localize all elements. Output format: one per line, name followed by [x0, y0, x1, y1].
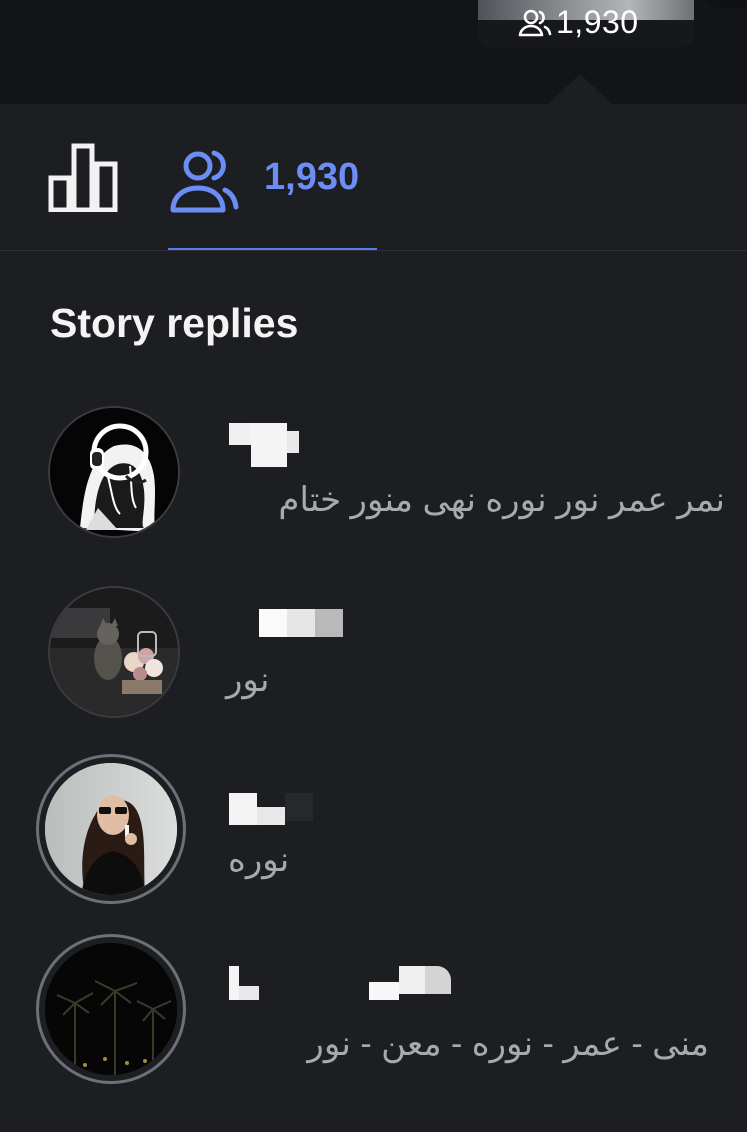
palm-trees-night-avatar — [45, 943, 177, 1075]
redaction-block — [229, 423, 299, 467]
redaction-block — [229, 966, 451, 1000]
chip-viewer-row: 1,930 — [518, 4, 639, 41]
story-viewer-chip[interactable]: 1,930 — [478, 0, 694, 48]
people-icon — [170, 150, 239, 213]
reply-username-redacted[interactable] — [229, 600, 343, 646]
tab-insights[interactable] — [48, 142, 118, 217]
avatar[interactable] — [45, 763, 177, 895]
list-item[interactable]: نمر عمر نور نوره نهى منور ختام — [0, 402, 747, 542]
list-item[interactable]: نور — [0, 582, 747, 722]
active-tab-indicator — [168, 248, 377, 250]
reply-message: نور — [226, 661, 270, 699]
reply-username-redacted[interactable] — [229, 786, 313, 832]
headphones-girl-avatar — [50, 408, 178, 536]
woman-sunglasses-avatar — [45, 763, 177, 895]
avatar[interactable] — [48, 406, 180, 538]
people-icon — [518, 9, 552, 36]
tab-viewers[interactable]: 1,930 — [168, 134, 377, 248]
avatar[interactable] — [48, 586, 180, 718]
chip-viewer-count: 1,930 — [556, 4, 639, 40]
reply-message: نوره — [228, 841, 290, 879]
reply-message: منى - عمر - نوره - معن - نور — [307, 1025, 709, 1063]
reply-username-redacted[interactable] — [229, 422, 299, 468]
reply-username-redacted[interactable] — [229, 960, 451, 1006]
list-item[interactable]: منى - عمر - نوره - معن - نور — [0, 932, 747, 1084]
redaction-block — [259, 609, 343, 637]
popover-notch — [548, 74, 612, 104]
avatar[interactable] — [45, 943, 177, 1075]
section-title: Story replies — [50, 300, 299, 346]
insights-tabs: 1,930 — [0, 104, 747, 251]
cat-flowers-avatar — [50, 588, 178, 716]
bar-chart-icon — [48, 143, 118, 213]
reply-message: نمر عمر نور نوره نهى منور ختام — [278, 481, 725, 519]
redaction-block — [229, 793, 313, 825]
list-item[interactable]: نوره — [0, 752, 747, 904]
viewers-count: 1,930 — [264, 156, 360, 198]
